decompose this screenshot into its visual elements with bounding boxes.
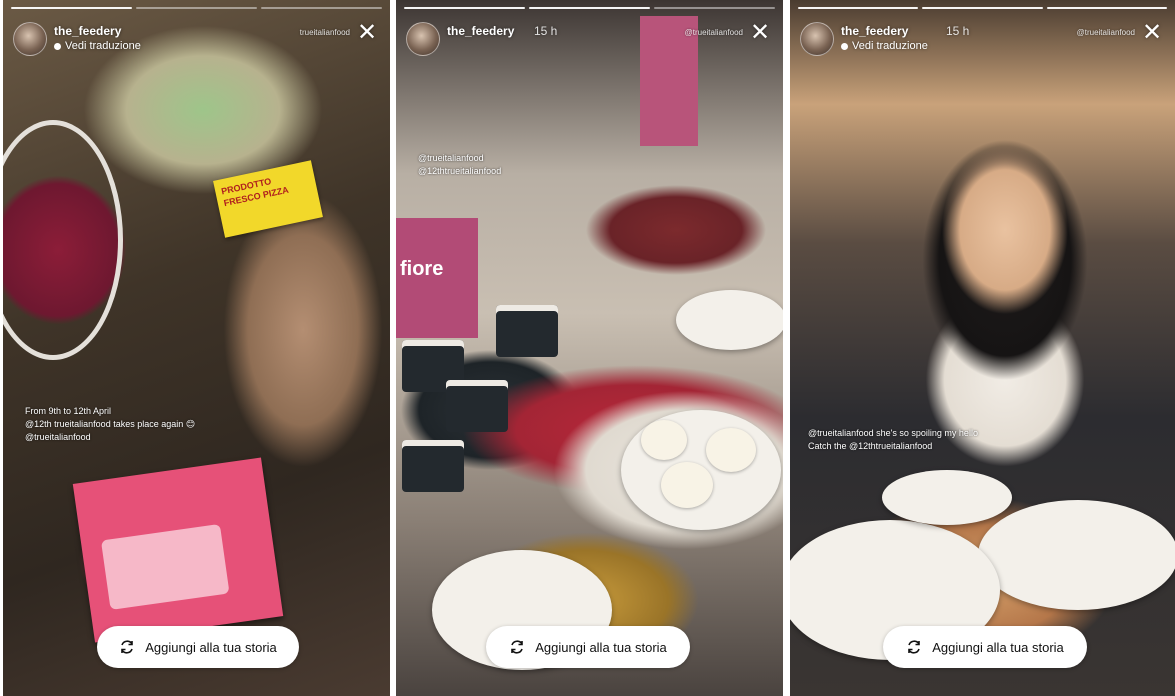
progress-segment (798, 7, 919, 9)
username[interactable]: the_feedery (54, 24, 121, 38)
mention-text[interactable]: @trueitalianfood (25, 431, 91, 443)
avatar[interactable] (800, 22, 834, 56)
ricotta-pot (402, 440, 464, 492)
mention-text[interactable]: Catch the @12thtrueitalianfood (808, 440, 932, 452)
timestamp: 15 h (946, 24, 970, 38)
avatar[interactable] (13, 22, 47, 56)
plate (978, 500, 1175, 610)
bowl (3, 120, 123, 360)
progress-bar (798, 7, 1167, 9)
flyers (72, 457, 284, 643)
mention-text[interactable]: @12th trueitalianfood takes place again … (25, 418, 195, 430)
add-to-story-label: Aggiungi alla tua storia (932, 639, 1064, 655)
progress-segment (11, 7, 132, 9)
mention-tag[interactable]: @trueitalianfood (685, 28, 743, 37)
add-to-story-button[interactable]: Aggiungi alla tua storia (97, 626, 299, 668)
plate (676, 290, 783, 350)
mention-tag[interactable]: trueitalianfood (300, 28, 350, 37)
translation-label: Vedi traduzione (852, 40, 928, 52)
ricotta-pot (496, 305, 558, 357)
progress-segment (922, 7, 1043, 9)
progress-segment (404, 7, 525, 9)
cheese (706, 428, 756, 472)
story-header: the_feedery Vedi traduzione trueitalianf… (13, 18, 380, 58)
brand-banner: fiore (396, 218, 478, 338)
timestamp: 15 h (534, 24, 558, 38)
ricotta-pot (446, 380, 508, 432)
story-panel-1[interactable]: PRODOTTO FRESCO PIZZA the_feedery Vedi t… (3, 0, 390, 696)
close-icon[interactable]: ✕ (1139, 20, 1165, 46)
brand-banner-text: fiore (400, 258, 444, 280)
progress-segment (654, 7, 775, 9)
mention-text[interactable]: @12thtrueitalianfood (418, 165, 501, 177)
progress-segment (529, 7, 650, 9)
avatar[interactable] (406, 22, 440, 56)
translation-label: Vedi traduzione (65, 40, 141, 52)
add-to-story-label: Aggiungi alla tua storia (145, 639, 277, 655)
story-header: the_feedery 15 h @trueitalianfood ✕ (406, 18, 773, 58)
close-icon[interactable]: ✕ (747, 20, 773, 46)
story-photo: fiore (396, 0, 783, 696)
mention-text: From 9th to 12th April (25, 406, 112, 416)
mention-text[interactable]: @trueitalianfood she's so spoiling my he… (808, 427, 978, 439)
globe-icon (54, 42, 61, 50)
add-to-story-label: Aggiungi alla tua storia (535, 639, 667, 655)
translation-link[interactable]: Vedi traduzione (54, 40, 141, 52)
add-to-story-button[interactable]: Aggiungi alla tua storia (883, 626, 1087, 668)
username[interactable]: the_feedery (447, 24, 514, 38)
mention-tag[interactable]: @trueitalianfood (1077, 28, 1135, 37)
story-panel-2[interactable]: fiore the_feedery 15 h @trueitalianfood … (396, 0, 783, 696)
story-photo: PRODOTTO FRESCO PIZZA (3, 0, 390, 696)
translation-link[interactable]: Vedi traduzione (841, 40, 928, 52)
refresh-icon (908, 640, 921, 654)
refresh-icon (121, 640, 134, 654)
username[interactable]: the_feedery (841, 24, 908, 38)
progress-bar (11, 7, 382, 9)
cheese (661, 462, 713, 508)
story-panel-3[interactable]: the_feedery 15 h Vedi traduzione @trueit… (790, 0, 1175, 696)
progress-bar (404, 7, 775, 9)
price-sign-text: PRODOTTO FRESCO PIZZA (220, 176, 290, 209)
globe-icon (841, 42, 848, 50)
plate (882, 470, 1012, 525)
close-icon[interactable]: ✕ (354, 20, 380, 46)
cheese (641, 420, 687, 460)
price-sign: PRODOTTO FRESCO PIZZA (213, 160, 323, 238)
mention-text[interactable]: @trueitalianfood (418, 152, 484, 164)
add-to-story-button[interactable]: Aggiungi alla tua storia (486, 626, 690, 668)
progress-segment (261, 7, 382, 9)
refresh-icon (511, 640, 524, 654)
story-header: the_feedery 15 h Vedi traduzione @trueit… (800, 18, 1165, 58)
story-photo (790, 0, 1175, 696)
progress-segment (1046, 7, 1167, 9)
progress-segment (136, 7, 257, 9)
